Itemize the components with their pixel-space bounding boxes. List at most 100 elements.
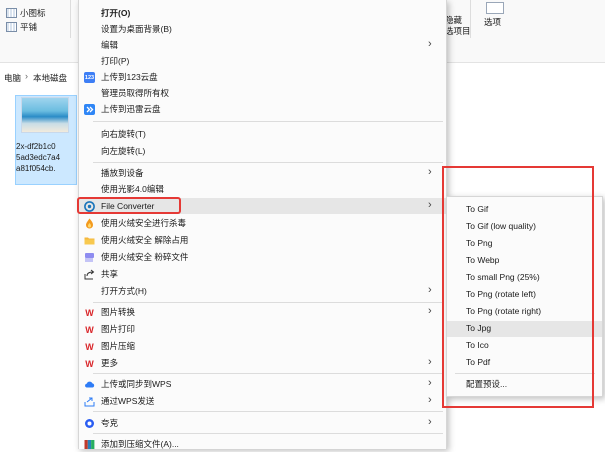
menu-item-add-to-archive[interactable]: 添加到压缩文件(A)...	[79, 436, 446, 452]
file-name-line: 2x-df2b1c0	[16, 142, 56, 151]
tile-label: 平铺	[20, 22, 38, 32]
menu-item-label: 上传或同步到WPS	[101, 379, 172, 389]
123pan-icon: 123	[84, 72, 95, 83]
menu-separator	[93, 373, 443, 374]
menu-item-label: 设置为桌面背景(B)	[101, 24, 172, 34]
hide-selected-button[interactable]: 隐藏 选项目	[445, 15, 471, 37]
menu-item-huorong-shred[interactable]: 使用火绒安全 粉碎文件	[79, 249, 446, 265]
menu-item-label: 上传到迅雷云盘	[101, 104, 161, 114]
menu-separator	[93, 411, 443, 412]
menu-item-label: 管理员取得所有权	[101, 88, 170, 98]
menu-item-label: 图片打印	[101, 324, 136, 334]
menu-item-label: 共享	[101, 269, 119, 279]
menu-item-open[interactable]: 打开(O)	[79, 5, 446, 21]
small-icons-label: 小图标	[20, 8, 46, 18]
shredder-icon	[84, 252, 95, 263]
menu-item-label: 图片转换	[101, 307, 136, 317]
menu-item-upload-123pan[interactable]: 123 上传到123云盘	[79, 69, 446, 85]
context-menu: 打开(O) 设置为桌面背景(B) 编辑 › 打印(P) 123 上传到123云盘…	[78, 0, 447, 449]
breadcrumb-this-pc[interactable]: 电脑	[4, 72, 21, 84]
menu-separator	[93, 121, 443, 122]
selected-items-label: 选项目	[445, 26, 471, 36]
small-icons-icon	[6, 8, 17, 18]
menu-item-take-ownership[interactable]: 管理员取得所有权	[79, 85, 446, 101]
menu-item-share[interactable]: 共享	[79, 266, 446, 282]
ribbon-divider	[470, 0, 471, 38]
chevron-right-icon: ›	[428, 377, 432, 389]
menu-item-label: 通过WPS发送	[101, 396, 155, 406]
file-converter-highlight-box	[77, 197, 181, 214]
menu-item-label: 上传到123云盘	[101, 72, 158, 82]
chevron-right-icon: ›	[428, 284, 432, 296]
menu-item-label: 使用火绒安全 解除占用	[101, 235, 189, 245]
menu-item-label: 使用火绒安全进行杀毒	[101, 218, 187, 228]
chevron-right-icon: ›	[428, 356, 432, 368]
chevron-right-icon: ›	[428, 416, 432, 428]
menu-item-label: 向右旋转(T)	[101, 129, 146, 139]
image-thumbnail	[21, 97, 69, 133]
file-name-line: a81f054cb.	[16, 164, 56, 173]
menu-separator	[93, 162, 443, 163]
hide-selected-label: 隐藏	[445, 15, 463, 25]
file-name-line: 5ad3edc7a4	[16, 153, 61, 162]
menu-item-quark[interactable]: 夸克 ›	[79, 415, 446, 431]
chevron-right-icon: ›	[428, 394, 432, 406]
wps-icon: W	[85, 307, 94, 318]
share-icon	[84, 269, 95, 280]
menu-item-wps-image-convert[interactable]: W 图片转换 ›	[79, 304, 446, 320]
chevron-right-icon: ›	[428, 199, 432, 211]
menu-separator	[93, 433, 443, 434]
menu-item-edit[interactable]: 编辑 ›	[79, 37, 446, 53]
menu-item-edit-with-nEO[interactable]: 使用光影4.0编辑	[79, 181, 446, 197]
menu-item-label: 编辑	[101, 40, 119, 50]
small-icons-button[interactable]: 小图标	[6, 7, 46, 19]
archive-icon	[84, 439, 95, 450]
cloud-icon	[84, 379, 95, 390]
chevron-right-icon: ›	[428, 166, 432, 178]
menu-item-rotate-left[interactable]: 向左旋转(L)	[79, 143, 446, 159]
menu-separator	[93, 302, 443, 303]
menu-item-label: 打印(P)	[101, 56, 130, 66]
menu-item-label: 向左旋转(L)	[101, 146, 146, 156]
options-icon	[486, 2, 504, 14]
menu-item-print[interactable]: 打印(P)	[79, 53, 446, 69]
chevron-right-icon: ›	[428, 38, 432, 50]
huorong-flame-icon	[84, 218, 95, 229]
menu-item-wps-sync[interactable]: 上传或同步到WPS ›	[79, 376, 446, 392]
xunlei-icon	[84, 104, 95, 115]
menu-item-open-with[interactable]: 打开方式(H) ›	[79, 283, 446, 299]
menu-item-label: 添加到压缩文件(A)...	[101, 439, 179, 449]
tile-view-button[interactable]: 平铺	[6, 21, 37, 33]
send-icon	[84, 396, 95, 407]
menu-item-wps-image-print[interactable]: W 图片打印	[79, 321, 446, 337]
menu-item-label: 更多	[101, 358, 119, 368]
menu-item-label: 使用火绒安全 粉碎文件	[101, 252, 189, 262]
menu-item-huorong-unlock[interactable]: 使用火绒安全 解除占用	[79, 232, 446, 248]
submenu-highlight-box	[442, 166, 594, 408]
menu-item-wps-image-compress[interactable]: W 图片压缩	[79, 338, 446, 354]
menu-item-wps-send[interactable]: 通过WPS发送 ›	[79, 393, 446, 409]
menu-item-wps-more[interactable]: W 更多 ›	[79, 355, 446, 371]
tile-icon	[6, 22, 17, 32]
menu-item-upload-xunlei[interactable]: 上传到迅雷云盘	[79, 101, 446, 117]
chevron-right-icon: ›	[428, 305, 432, 317]
menu-item-label: 播放到设备	[101, 168, 144, 178]
menu-item-label: 图片压缩	[101, 341, 136, 351]
folder-icon	[84, 235, 95, 246]
menu-item-rotate-right[interactable]: 向右旋转(T)	[79, 126, 446, 142]
menu-item-set-wallpaper[interactable]: 设置为桌面背景(B)	[79, 21, 446, 37]
menu-item-huorong-scan[interactable]: 使用火绒安全进行杀毒	[79, 215, 446, 231]
ribbon-divider	[70, 0, 71, 38]
wps-icon: W	[85, 358, 94, 369]
menu-item-label: 打开方式(H)	[101, 286, 147, 296]
quark-icon	[84, 418, 95, 429]
menu-item-label: 夸克	[101, 418, 119, 428]
breadcrumb-drive[interactable]: 本地磁盘	[33, 72, 67, 84]
breadcrumb-separator: ›	[25, 71, 28, 81]
menu-item-cast-to-device[interactable]: 播放到设备 ›	[79, 165, 446, 181]
wps-icon: W	[85, 341, 94, 352]
wps-icon: W	[85, 324, 94, 335]
menu-item-label: 使用光影4.0编辑	[101, 184, 164, 194]
options-button[interactable]: 选项	[484, 16, 501, 28]
menu-item-label: 打开(O)	[101, 8, 131, 18]
